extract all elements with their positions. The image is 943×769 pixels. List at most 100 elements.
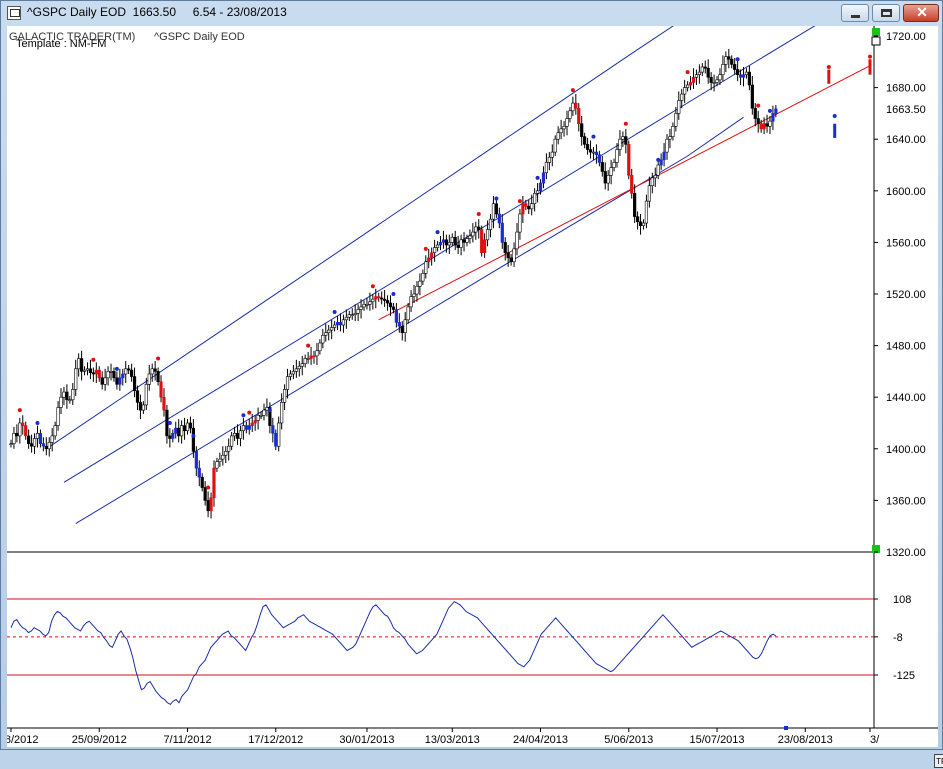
candle[interactable] [156,367,160,386]
candle[interactable] [165,404,169,444]
candle[interactable] [733,57,737,75]
candle[interactable] [88,359,93,380]
candle[interactable] [750,75,754,115]
candle[interactable] [300,355,304,376]
candle[interactable] [671,122,675,141]
candle[interactable] [241,417,246,440]
candle[interactable] [94,362,98,384]
maximize-button[interactable] [872,4,900,22]
candle[interactable] [394,303,398,328]
candle[interactable] [371,294,375,310]
candle[interactable] [609,159,613,185]
candle[interactable] [606,170,610,191]
candle[interactable] [74,359,78,396]
candle[interactable] [535,183,540,203]
candle[interactable] [347,310,351,322]
candle[interactable] [588,140,593,159]
candle[interactable] [27,429,31,449]
candle[interactable] [638,214,643,235]
candle[interactable] [577,103,581,132]
candle[interactable] [206,491,210,518]
candle[interactable] [159,375,163,403]
candle[interactable] [71,383,75,405]
candle[interactable] [441,230,446,249]
candle[interactable] [377,292,381,302]
candle[interactable] [224,446,228,463]
candle[interactable] [221,446,225,466]
candle[interactable] [232,426,237,442]
candle[interactable] [144,377,148,411]
candle[interactable] [203,481,207,506]
candle[interactable] [547,152,551,171]
candle[interactable] [747,65,751,91]
candle[interactable] [533,188,537,212]
title-bar[interactable]: ^GSPC Daily EOD 1663.50 6.54 - 23/08/201… [1,1,942,26]
candle[interactable] [303,354,307,368]
candle[interactable] [130,363,134,382]
candle[interactable] [324,323,328,342]
candle[interactable] [509,254,513,266]
candle[interactable] [227,438,231,461]
candle[interactable] [41,437,45,452]
candle[interactable] [185,419,190,435]
candle[interactable] [771,105,775,131]
candle[interactable] [44,437,48,456]
candle[interactable] [306,352,310,364]
candle[interactable] [274,429,278,451]
candle[interactable] [474,221,478,240]
candle[interactable] [677,91,681,120]
candle[interactable] [315,343,319,365]
candle[interactable] [641,219,646,230]
candle[interactable] [415,281,419,302]
candle[interactable] [512,242,516,267]
candle[interactable] [433,239,437,262]
candle[interactable] [253,415,257,431]
candle[interactable] [132,367,137,398]
candle[interactable] [59,388,63,414]
candle[interactable] [462,232,466,252]
candle[interactable] [294,359,298,378]
candle[interactable] [556,126,560,145]
candle[interactable] [212,460,216,507]
candle[interactable] [471,223,475,243]
candle[interactable] [230,432,234,451]
candle[interactable] [736,60,740,82]
candle[interactable] [583,132,587,149]
candle[interactable] [691,68,696,89]
candle[interactable] [544,153,549,180]
candle[interactable] [686,81,690,92]
candle[interactable] [483,233,487,258]
candle[interactable] [430,247,434,266]
candle[interactable] [380,291,384,305]
candle[interactable] [703,60,707,74]
candle[interactable] [409,290,413,313]
candle[interactable] [383,290,387,307]
candle[interactable] [662,143,666,167]
chart-window-icon[interactable] [7,6,21,20]
candle[interactable] [659,153,663,171]
candle[interactable] [612,158,616,172]
candle[interactable] [177,419,181,443]
candle[interactable] [644,194,649,229]
chart-area[interactable]: 1720.00 1680.00 1640.00 1600.00 1560.00 1520.… [7,26,943,768]
candle[interactable] [730,55,734,69]
candle[interactable] [121,368,125,386]
candle[interactable] [497,207,501,229]
candle[interactable] [553,135,557,156]
candle[interactable] [459,234,463,256]
candle[interactable] [365,297,369,310]
candle[interactable] [541,166,546,189]
candle[interactable] [688,75,693,91]
candle[interactable] [118,368,122,391]
candle[interactable] [247,419,251,435]
candle[interactable] [565,110,569,136]
candle[interactable] [265,398,269,417]
candle[interactable] [24,421,28,440]
candle[interactable] [68,395,72,404]
candle[interactable] [438,235,443,251]
candle[interactable] [397,313,401,333]
candle[interactable] [633,184,637,224]
candle[interactable] [435,241,440,252]
candle[interactable] [653,167,657,187]
candle[interactable] [338,313,343,332]
